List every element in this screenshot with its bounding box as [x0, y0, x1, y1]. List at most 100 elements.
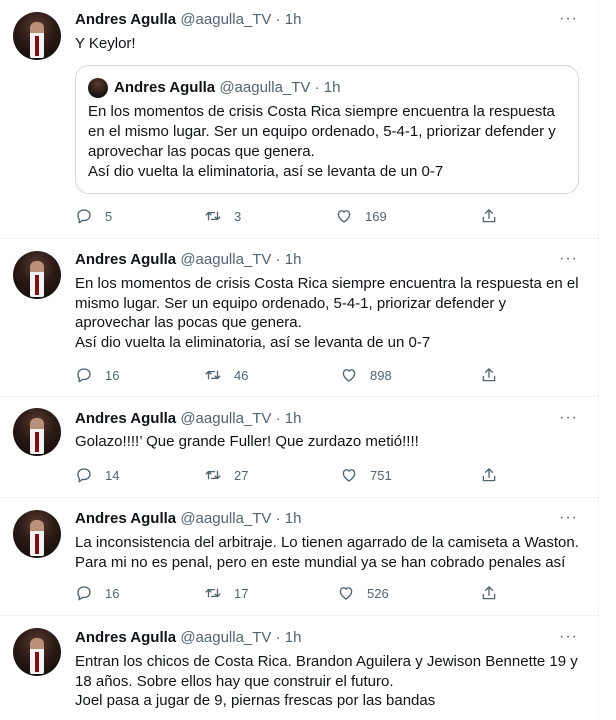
avatar[interactable]: [13, 510, 61, 558]
more-options-icon[interactable]: ···: [559, 628, 578, 646]
tweet-text: La inconsistencia del arbitraje. Lo tien…: [75, 533, 590, 572]
more-options-icon[interactable]: ···: [559, 509, 578, 527]
avatar[interactable]: [13, 251, 61, 299]
quoted-text-line: en el mismo lugar. Ser un equipo ordenad…: [88, 123, 556, 140]
retweet-button[interactable]: 3: [204, 206, 241, 226]
author-name[interactable]: Andres Agulla: [75, 410, 176, 427]
heart-icon: [339, 587, 353, 600]
share-icon: [482, 468, 496, 482]
retweet-button[interactable]: 17: [204, 583, 248, 603]
more-options-icon[interactable]: ···: [559, 409, 578, 427]
share-icon: [482, 209, 496, 223]
reply-icon: [77, 368, 91, 383]
retweet-button[interactable]: 46: [204, 365, 248, 385]
tweet-text: Y Keylor!: [75, 34, 590, 54]
tweet-text-line: 18 años. Sobre ellos hay que construir e…: [75, 672, 394, 690]
tweet[interactable]: Andres Agulla @aagulla_TV · 1h ··· Entra…: [0, 616, 598, 720]
tweet-text: En los momentos de crisis Costa Rica sie…: [75, 274, 590, 352]
heart-icon: [337, 210, 351, 223]
tweet-text-line: En los momentos de crisis Costa Rica sie…: [75, 275, 579, 292]
author-handle[interactable]: @aagulla_TV: [180, 251, 271, 268]
like-count: 526: [367, 585, 389, 601]
author-name[interactable]: Andres Agulla: [75, 629, 176, 646]
tweet-text-line: Golazo!!!!’ Que grande Fuller! Que zurda…: [75, 433, 419, 450]
tweet-header: Andres Agulla @aagulla_TV · 1h: [75, 509, 301, 529]
reply-icon: [77, 209, 91, 224]
author-handle[interactable]: @aagulla_TV: [180, 410, 271, 427]
separator: ·: [275, 629, 281, 646]
author-handle[interactable]: @aagulla_TV: [180, 629, 271, 646]
author-name[interactable]: Andres Agulla: [75, 510, 176, 527]
heart-icon: [342, 469, 356, 482]
reply-icon: [77, 586, 91, 601]
like-button[interactable]: 898: [340, 365, 392, 385]
timestamp[interactable]: 1h: [285, 629, 302, 646]
reply-count: 16: [105, 585, 120, 601]
tweet-actions: 16 17 526: [75, 583, 505, 603]
quoted-author-handle: @aagulla_TV: [219, 79, 311, 96]
share-button[interactable]: [480, 583, 498, 603]
retweet-button[interactable]: 27: [204, 465, 248, 485]
tweet-text-line: Joel pasa a jugar de 9, piernas frescas …: [75, 692, 436, 709]
reply-button[interactable]: 16: [75, 583, 119, 603]
quoted-text-line: aprovechar las pocas que genera.: [88, 143, 315, 160]
more-options-icon[interactable]: ···: [559, 10, 578, 28]
separator: ·: [275, 410, 281, 427]
reply-button[interactable]: 14: [75, 465, 119, 485]
quoted-text: En los momentos de crisis Costa Rica sie…: [88, 102, 570, 182]
author-handle[interactable]: @aagulla_TV: [180, 510, 271, 527]
retweet-count: 46: [234, 367, 249, 383]
tweet-text-line: mismo lugar. Ser un equipo ordenado, 5-4…: [75, 294, 507, 312]
more-options-icon[interactable]: ···: [559, 250, 578, 268]
tweet-header: Andres Agulla @aagulla_TV · 1h: [75, 409, 301, 429]
tweet[interactable]: Andres Agulla @aagulla_TV · 1h ··· La in…: [0, 498, 598, 616]
timeline: Andres Agulla @aagulla_TV · 1h ··· Y Key…: [0, 0, 599, 720]
like-button[interactable]: 169: [335, 206, 387, 226]
tweet-actions: 16 46 898: [75, 365, 505, 385]
reply-count: 14: [105, 467, 120, 483]
author-name[interactable]: Andres Agulla: [75, 11, 176, 28]
avatar[interactable]: [13, 12, 61, 60]
share-icon: [482, 368, 496, 382]
separator: ·: [275, 11, 281, 28]
separator: ·: [275, 510, 281, 527]
quoted-timestamp: 1h: [323, 79, 341, 96]
author-name[interactable]: Andres Agulla: [75, 251, 176, 268]
avatar[interactable]: [13, 408, 61, 456]
timestamp[interactable]: 1h: [285, 251, 302, 268]
quoted-author-name: Andres Agulla: [114, 79, 216, 96]
avatar[interactable]: [13, 628, 61, 676]
timestamp[interactable]: 1h: [285, 510, 302, 527]
timestamp[interactable]: 1h: [285, 410, 302, 427]
retweet-count: 27: [234, 467, 249, 483]
tweet-text-line: La inconsistencia del arbitraje. Lo tien…: [75, 534, 579, 551]
timestamp[interactable]: 1h: [285, 11, 302, 28]
separator: ·: [314, 79, 320, 96]
share-button[interactable]: [480, 465, 498, 485]
share-button[interactable]: [480, 365, 498, 385]
quoted-text-line: En los momentos de crisis Costa Rica sie…: [88, 103, 555, 120]
quoted-avatar: [88, 78, 108, 98]
tweet-text-line: Y Keylor!: [75, 35, 136, 52]
tweet[interactable]: Andres Agulla @aagulla_TV · 1h ··· Y Key…: [0, 0, 598, 239]
share-button[interactable]: [480, 206, 498, 226]
author-handle[interactable]: @aagulla_TV: [180, 11, 271, 28]
separator: ·: [275, 251, 281, 268]
quoted-header: Andres Agulla @aagulla_TV · 1h: [114, 78, 340, 98]
share-icon: [482, 586, 496, 600]
tweet[interactable]: Andres Agulla @aagulla_TV · 1h ··· Golaz…: [0, 397, 598, 498]
tweet-actions: 5 3 169: [75, 206, 505, 226]
reply-button[interactable]: 16: [75, 365, 119, 385]
like-button[interactable]: 526: [337, 583, 389, 603]
retweet-icon: [205, 370, 221, 380]
like-count: 898: [370, 367, 392, 383]
retweet-count: 3: [234, 208, 242, 224]
reply-button[interactable]: 5: [75, 206, 112, 226]
retweet-icon: [205, 588, 221, 598]
tweet-actions: 14 27 751: [75, 465, 505, 485]
like-button[interactable]: 751: [340, 465, 392, 485]
quoted-tweet[interactable]: Andres Agulla @aagulla_TV · 1h En los mo…: [75, 65, 579, 194]
tweet-header: Andres Agulla @aagulla_TV · 1h: [75, 250, 301, 270]
tweet[interactable]: Andres Agulla @aagulla_TV · 1h ··· En lo…: [0, 239, 598, 397]
quoted-text-line: Así dio vuelta la eliminatoria, así se l…: [88, 163, 444, 180]
